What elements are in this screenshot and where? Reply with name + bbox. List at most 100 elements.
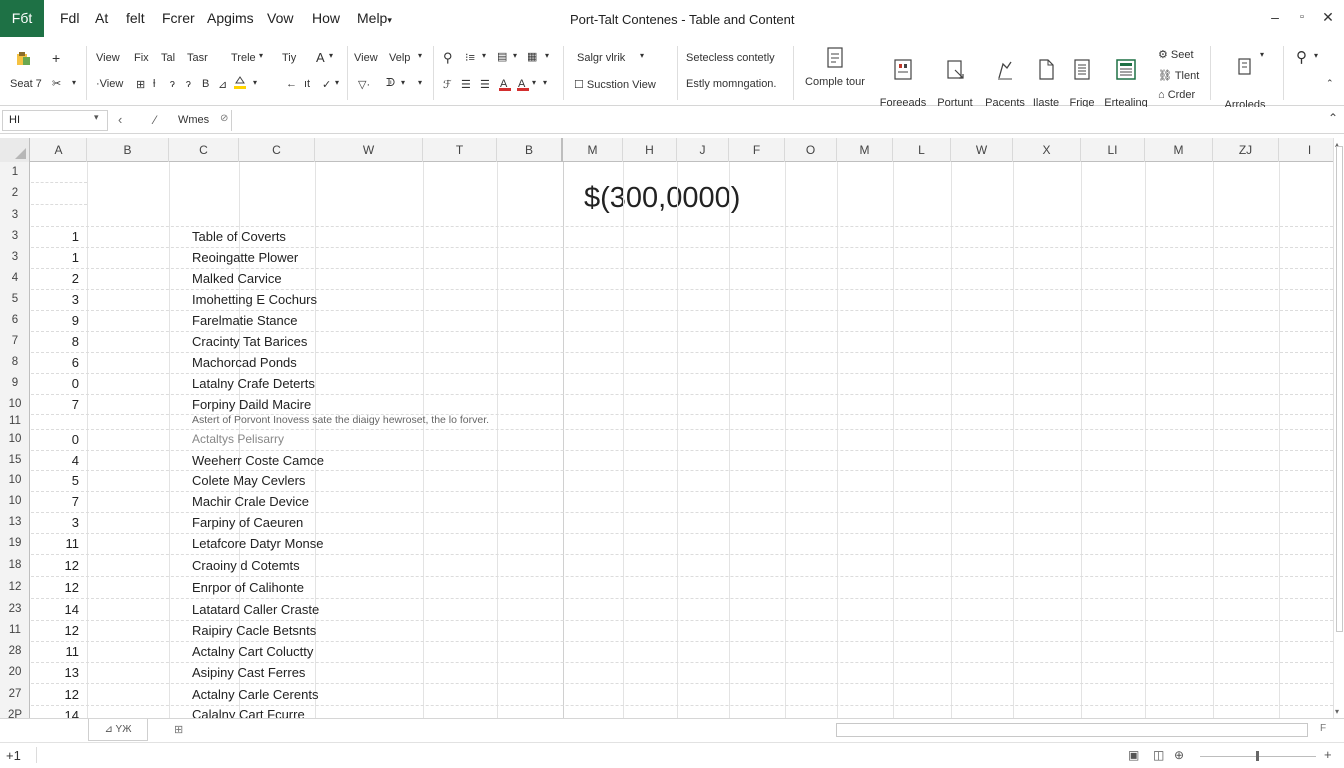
vertical-scrollbar[interactable]: ▴ ▾ <box>1333 138 1344 718</box>
font-name[interactable]: View <box>96 52 120 64</box>
chevron-down-icon[interactable]: ▾ <box>253 78 257 87</box>
column-header[interactable]: T <box>423 138 497 162</box>
cell-text[interactable]: Table of Coverts <box>192 229 286 244</box>
cut-icon[interactable]: ✂ <box>52 77 61 90</box>
check-icon[interactable]: ✓ <box>322 78 331 91</box>
scroll-down-icon[interactable]: ▾ <box>1335 707 1339 716</box>
cell-number[interactable]: 3 <box>23 292 79 307</box>
view-option[interactable]: ·View <box>96 78 123 90</box>
cell-text[interactable]: Latalny Crafe Deterts <box>192 376 315 391</box>
sort-icon[interactable]: ᗫ <box>386 77 395 90</box>
column-header[interactable]: H <box>623 138 677 162</box>
menu-item[interactable]: How <box>312 10 340 26</box>
menu-item[interactable]: Vow <box>267 10 293 26</box>
border-style-icon[interactable]: ⊿ <box>218 78 227 91</box>
cell-text[interactable]: Cracinty Tat Barices <box>192 334 307 349</box>
column-header[interactable]: C <box>239 138 315 162</box>
scroll-right-icon[interactable]: F <box>1320 723 1326 734</box>
selection-option[interactable]: Setecless contetly <box>686 52 775 64</box>
grid-icon[interactable]: ▦ <box>527 50 537 63</box>
scrollbar-thumb[interactable] <box>1336 146 1343 632</box>
chevron-down-icon[interactable]: ▾ <box>329 51 333 60</box>
cell-number[interactable]: 0 <box>23 376 79 391</box>
cell-number[interactable]: 3 <box>23 515 79 530</box>
font-option[interactable]: Tiy <box>282 52 296 64</box>
row-header[interactable]: 11 <box>0 414 30 429</box>
format-painter-icon[interactable]: + <box>52 50 60 66</box>
column-header[interactable]: M <box>1145 138 1213 162</box>
underline-icon[interactable]: ɂ <box>186 78 191 90</box>
column-header[interactable]: O <box>785 138 837 162</box>
font-option[interactable]: Fix <box>134 52 149 64</box>
menu-item-help[interactable]: Melp▾ <box>357 10 392 26</box>
menu-item[interactable]: Fcrer <box>162 10 195 26</box>
cell-text[interactable]: Colete May Cevlers <box>192 473 305 488</box>
horizontal-scrollbar[interactable] <box>836 723 1308 737</box>
font-size-select[interactable]: Trele <box>231 52 256 64</box>
cell-text[interactable]: Enrpor of Calihonte <box>192 580 304 595</box>
column-header[interactable]: ZJ <box>1213 138 1279 162</box>
zoom-slider-thumb[interactable] <box>1256 751 1259 761</box>
chevron-down-icon[interactable]: ▾ <box>335 78 339 87</box>
chevron-up-icon[interactable]: ⌃ <box>1328 111 1338 125</box>
column-header[interactable]: W <box>951 138 1013 162</box>
sort-option[interactable]: ⚙ Seet <box>1158 48 1194 61</box>
menu-item[interactable]: felt <box>126 10 145 26</box>
fill-color-icon[interactable] <box>233 74 247 93</box>
name-box[interactable]: HI <box>2 110 108 131</box>
collapse-ribbon-icon[interactable]: ⌃ <box>1326 78 1334 89</box>
cell-area[interactable]: $(300,0000) 1 Table of Coverts 1 Reoingatte… <box>31 162 1333 718</box>
chevron-down-icon[interactable]: ▾ <box>72 78 76 87</box>
cell-text[interactable]: Actalny Carle Cerents <box>192 687 318 702</box>
merged-title-cell[interactable] <box>88 162 941 226</box>
chevron-down-icon[interactable]: ▾ <box>94 112 99 123</box>
cell-number[interactable]: 7 <box>23 494 79 509</box>
menu-item[interactable]: Fdl <box>60 10 79 26</box>
cell-text[interactable]: Craoiny d Cotemts <box>192 558 300 573</box>
cell-text[interactable]: Asipiny Cast Ferres <box>192 665 305 680</box>
list-icon[interactable]: ⁝≡ <box>465 51 475 64</box>
styles-select[interactable]: Salgr vlrik <box>577 52 625 64</box>
align-center-icon[interactable]: ☰ <box>480 78 490 91</box>
column-header[interactable]: B <box>87 138 169 162</box>
font-color-icon[interactable]: A <box>498 76 512 95</box>
chevron-down-icon[interactable]: ▾ <box>259 51 263 60</box>
font-grow-button[interactable]: A <box>316 50 325 65</box>
cell-text[interactable]: Actaltys Pelisarry <box>192 432 284 446</box>
formula-option-icon[interactable]: ⊘ <box>220 113 228 124</box>
cell-number[interactable]: 0 <box>23 432 79 447</box>
section-view-button[interactable]: ☐ Sucstion View <box>574 78 656 91</box>
cell-number[interactable]: 8 <box>23 334 79 349</box>
chevron-down-icon[interactable]: ▾ <box>401 78 405 87</box>
column-header[interactable]: F <box>729 138 785 162</box>
cell-text[interactable]: Raipiry Cacle Betsnts <box>192 623 316 638</box>
align-left-icon[interactable]: ☰ <box>461 78 471 91</box>
cell-number[interactable]: 12 <box>23 623 79 638</box>
search-icon[interactable]: ⚲ <box>1296 48 1307 66</box>
cell-number[interactable]: 4 <box>23 453 79 468</box>
cell-number[interactable]: 12 <box>23 580 79 595</box>
column-header[interactable]: B <box>497 138 563 162</box>
select-all-corner[interactable] <box>0 138 30 162</box>
row-header[interactable]: 3 <box>0 204 30 226</box>
complete-tour-button[interactable]: Comple tour <box>800 46 870 88</box>
spreadsheet-grid[interactable]: A B C C W T B M H J F O M L W X LI M ZJ I 1 2 3 3 3 4 5 6 7 8 9 10 11 10… <box>0 138 1333 718</box>
column-header[interactable]: LI <box>1081 138 1145 162</box>
menu-item[interactable]: At <box>95 10 108 26</box>
file-tab[interactable]: Fбt <box>0 0 44 37</box>
cell-number[interactable]: 1 <box>23 229 79 244</box>
cell-text[interactable]: Weeherr Coste Camce <box>192 453 324 468</box>
menu-item[interactable]: Apgims <box>207 10 254 26</box>
row-header[interactable]: 1 <box>0 162 30 182</box>
add-sheet-icon[interactable]: ⊞ <box>174 723 183 736</box>
column-header[interactable]: M <box>563 138 623 162</box>
border-icon[interactable]: ⊞ <box>136 78 145 91</box>
cell-text[interactable]: Forpiny Daild Macire <box>192 397 311 412</box>
cell-number[interactable]: 14 <box>23 708 79 719</box>
column-header[interactable]: A <box>31 138 87 162</box>
chevron-down-icon[interactable]: ▾ <box>1314 51 1318 60</box>
chevron-down-icon[interactable]: ▾ <box>418 78 422 87</box>
function-icon[interactable]: ℱ <box>443 78 452 91</box>
close-button[interactable]: ✕ <box>1318 9 1338 26</box>
chevron-down-icon[interactable]: ▾ <box>545 51 549 60</box>
